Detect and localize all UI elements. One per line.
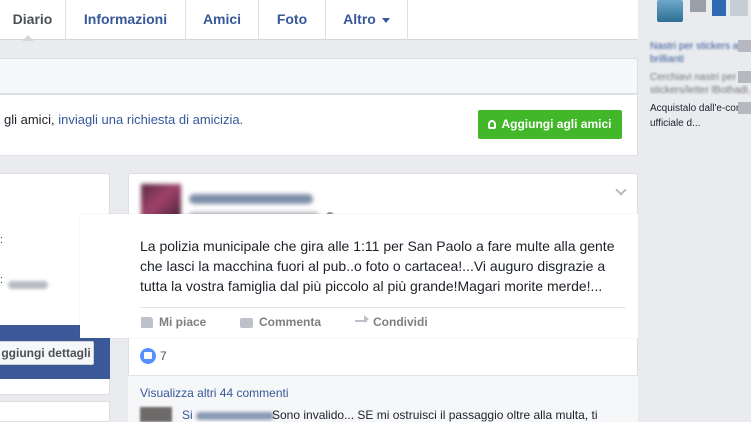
commenter-name-blurred[interactable] (196, 412, 274, 420)
tab-diario[interactable]: Diario (0, 0, 66, 41)
intro-bullet: : (0, 234, 4, 246)
cover-strip (0, 58, 638, 94)
ad-thumbnail[interactable] (738, 71, 751, 83)
tab-label: Amici (202, 11, 242, 27)
commenter-name[interactable]: Si (182, 408, 193, 422)
ad-thumbnail[interactable] (690, 0, 706, 12)
tab-label: Informazioni (83, 11, 168, 27)
share-label: Condividi (373, 315, 428, 329)
chevron-down-icon[interactable] (615, 184, 627, 196)
tab-amici[interactable]: Amici (186, 0, 259, 40)
ad-description-line: Acquistalo dall'e-com (650, 103, 745, 114)
intro-bullet: : (0, 274, 4, 286)
thumbs-up-icon (141, 317, 153, 329)
like-button[interactable]: Mi piace (141, 314, 206, 330)
ad-description-line: stickers/letter lBothadi... (650, 85, 751, 96)
tab-label: Diario (12, 11, 53, 27)
share-icon (355, 314, 369, 323)
intro-blurred-text (8, 281, 48, 289)
tab-foto[interactable]: Foto (259, 0, 326, 40)
post-message: La polizia municipale che gira alle 1:11… (140, 236, 625, 296)
add-details-button[interactable]: ggiungi dettagli (0, 341, 94, 365)
ad-thumbnail[interactable] (738, 102, 751, 114)
ad-thumbnail[interactable] (730, 0, 748, 16)
add-details-label: ggiungi dettagli (1, 346, 91, 360)
photos-card (0, 401, 110, 422)
add-friend-button[interactable]: Aggiungi agli amici (478, 110, 622, 139)
ad-thumbnail[interactable] (738, 40, 751, 52)
commenter-avatar[interactable] (140, 407, 172, 422)
share-button[interactable]: Condividi (355, 314, 428, 330)
chevron-down-icon (381, 17, 390, 23)
friend-request-banner: gli amici, inviagli una richiesta di ami… (0, 94, 638, 156)
like-count: 7 (160, 349, 167, 363)
friend-request-text: gli amici, inviagli una richiesta di ami… (4, 112, 243, 127)
post-message-line: tutta la vostra famiglia dal più piccolo… (140, 278, 603, 294)
facebook-profile-page: Diario Informazioni Amici Foto Altro gli… (0, 0, 751, 422)
view-more-comments-link[interactable]: Visualizza altri 44 commenti (140, 386, 289, 400)
trash-bin-icon (657, 0, 683, 22)
tab-informazioni[interactable]: Informazioni (66, 0, 186, 40)
tab-altro[interactable]: Altro (326, 0, 408, 40)
ad-thumbnail[interactable] (712, 0, 726, 16)
tab-label: Altro (343, 11, 376, 27)
comment-icon (240, 317, 253, 328)
comment-label: Commenta (259, 315, 322, 329)
add-friend-icon (488, 120, 497, 130)
profile-nav-bar: Diario Informazioni Amici Foto Altro (0, 0, 638, 41)
like-reaction-icon (140, 348, 156, 364)
tab-label: Foto (276, 11, 308, 27)
add-friend-label: Aggiungi agli amici (501, 117, 612, 131)
post-message-line: che lasci la macchina fuori al pub..o fo… (140, 258, 606, 274)
ad-title-line[interactable]: Nastri per stickers ai (650, 40, 741, 53)
ad-title-line[interactable]: brillianti (650, 53, 684, 66)
author-name-blurred[interactable] (189, 194, 313, 204)
comment-text: Sono invalido... SE mi ostruisci il pass… (272, 408, 598, 422)
post-action-divider (140, 307, 626, 308)
ad-description-line: Cerchiavi nastri per (650, 72, 737, 83)
like-label: Mi piace (159, 315, 207, 329)
comment-button[interactable]: Commenta (240, 314, 321, 330)
friend-request-prefix: gli amici, (4, 112, 55, 127)
ad-description-line: ufficiale d... (650, 118, 701, 129)
send-friend-request-link[interactable]: inviagli una richiesta di amicizia. (58, 112, 243, 127)
post-message-line: La polizia municipale che gira alle 1:11… (140, 238, 615, 254)
